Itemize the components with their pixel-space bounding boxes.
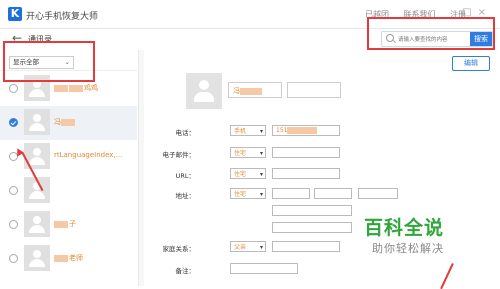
scrollbar[interactable]	[139, 50, 144, 286]
address-country-input[interactable]	[272, 188, 310, 199]
contact-list-panel: 显示全部 ⌄ 鸡鸡 冯 rtLanguageIndex,... 子 老师	[0, 50, 139, 286]
avatar-icon	[24, 245, 50, 271]
email-type-select[interactable]: 住宅 ▾	[230, 147, 266, 158]
watermark-subtitle: 助你轻松解决	[372, 242, 444, 255]
email-input[interactable]	[272, 147, 340, 158]
red-arrow-line-2	[440, 263, 454, 289]
contact-item[interactable]: 老师	[0, 242, 137, 276]
phone-type-select[interactable]: 手机 ▾	[230, 125, 266, 136]
family-input[interactable]	[272, 241, 340, 252]
address-street-input[interactable]	[272, 205, 352, 216]
address-province-input[interactable]	[314, 188, 352, 199]
edit-button[interactable]: 编辑	[452, 56, 490, 71]
contact-radio[interactable]	[9, 220, 18, 229]
family-label: 家庭关系：	[162, 245, 196, 253]
chevron-down-icon: ▾	[259, 171, 263, 178]
note-input[interactable]	[230, 263, 298, 274]
chevron-down-icon: ▾	[259, 150, 263, 157]
contact-name: 老师	[54, 253, 83, 263]
url-type-select[interactable]: 住宅 ▾	[230, 168, 266, 179]
contact-item[interactable]: 子	[0, 208, 137, 242]
address-type-select[interactable]: 住宅 ▾	[230, 188, 266, 199]
name-field-2[interactable]	[287, 82, 341, 98]
watermark-title: 百科全说	[364, 217, 445, 239]
name-field[interactable]: 冯	[228, 82, 282, 98]
phone-label: 电话：	[175, 129, 196, 137]
address-label: 地址：	[175, 192, 196, 200]
contact-name: 鸡鸡	[54, 83, 98, 93]
app-logo: K	[8, 7, 22, 21]
avatar-icon	[24, 211, 50, 237]
chevron-down-icon: ▾	[259, 244, 263, 251]
contact-name: 子	[54, 219, 76, 229]
app-title: 开心手机恢复大师	[26, 12, 99, 22]
chevron-down-icon: ▾	[259, 191, 263, 198]
contact-photo-icon	[186, 73, 222, 109]
address-zip-input[interactable]	[272, 222, 352, 233]
url-label: URL：	[175, 172, 195, 180]
highlight-box-filter	[3, 41, 95, 82]
highlight-box-search	[367, 17, 495, 50]
avatar-icon	[24, 109, 50, 135]
contact-name: rtLanguageIndex,...	[54, 151, 123, 159]
contact-radio[interactable]	[9, 254, 18, 263]
contact-checkbox-checked[interactable]	[9, 118, 18, 127]
address-city-input[interactable]	[358, 188, 398, 199]
contact-radio[interactable]	[9, 84, 18, 93]
url-input[interactable]	[272, 168, 340, 179]
phone-input[interactable]: 151	[272, 125, 340, 136]
contact-item[interactable]	[0, 174, 137, 208]
email-label: 电子邮件：	[162, 151, 196, 159]
contact-item-selected[interactable]: 冯	[0, 106, 137, 140]
family-type-select[interactable]: 父亲 ▾	[230, 241, 266, 252]
note-label: 备注：	[175, 267, 196, 275]
contact-radio[interactable]	[9, 186, 18, 195]
contact-item[interactable]: rtLanguageIndex,...	[0, 140, 137, 174]
chevron-down-icon: ▾	[259, 128, 263, 135]
contact-name: 冯	[54, 117, 76, 127]
